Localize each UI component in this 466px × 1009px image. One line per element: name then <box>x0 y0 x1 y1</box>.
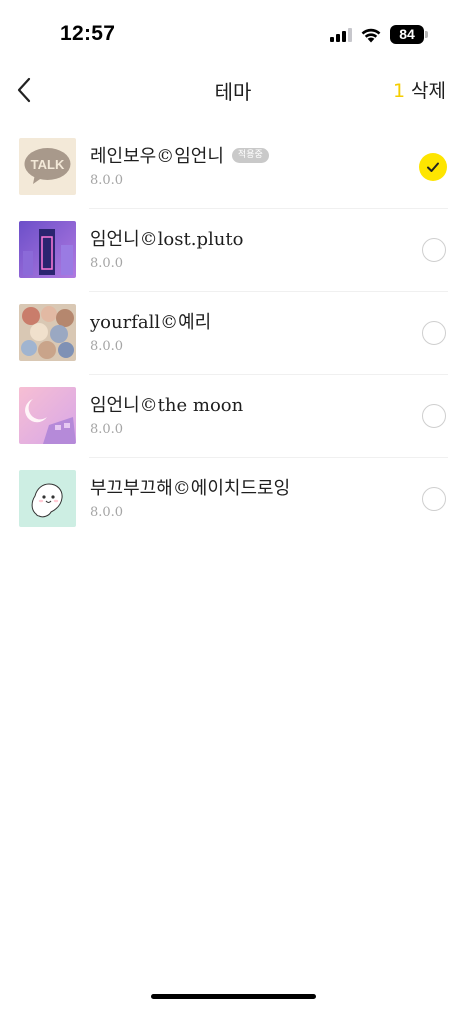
theme-name-line: yourfall©예리 <box>90 308 211 334</box>
wifi-icon <box>361 28 381 42</box>
status-time: 12:57 <box>60 22 116 45</box>
applied-badge: 적용중 <box>231 147 269 163</box>
theme-thumbnail-pluto <box>19 221 76 278</box>
select-radio[interactable] <box>422 238 446 262</box>
theme-row[interactable]: yourfall©예리 8.0.0 <box>0 292 466 375</box>
selected-checkmark[interactable] <box>419 153 447 181</box>
theme-thumbnail-ghost <box>19 470 76 527</box>
nav-header: 테마 1 삭제 <box>0 66 466 114</box>
battery-level: 84 <box>390 25 424 44</box>
theme-version: 8.0.0 <box>90 173 124 188</box>
theme-name: 임언니©lost.pluto <box>90 229 244 250</box>
chevron-left-icon <box>17 77 31 103</box>
select-radio[interactable] <box>422 487 446 511</box>
thumb-talk-label: TALK <box>31 157 65 172</box>
status-icons: 84 <box>330 25 428 44</box>
home-indicator[interactable] <box>151 994 316 999</box>
theme-row[interactable]: 부끄부끄해©에이치드로잉 8.0.0 <box>0 458 466 541</box>
theme-version: 8.0.0 <box>90 505 124 520</box>
select-radio[interactable] <box>422 404 446 428</box>
delete-label: 삭제 <box>411 80 446 102</box>
theme-row[interactable]: TALK 레인보우©임언니 적용중 8.0.0 <box>0 126 466 209</box>
back-button[interactable] <box>10 74 42 106</box>
select-radio[interactable] <box>422 321 446 345</box>
delete-button[interactable]: 1 삭제 <box>393 76 446 103</box>
theme-version: 8.0.0 <box>90 422 124 437</box>
theme-name: 임언니©the moon <box>90 395 244 416</box>
theme-thumbnail-yourfall <box>19 304 76 361</box>
theme-list: TALK 레인보우©임언니 적용중 8.0.0 임언니©lost.pluto 8… <box>0 126 466 541</box>
theme-thumbnail-moon <box>19 387 76 444</box>
theme-version: 8.0.0 <box>90 256 124 271</box>
theme-name: 부끄부끄해©에이치드로잉 <box>90 478 291 499</box>
theme-name-line: 임언니©lost.pluto <box>90 225 243 251</box>
cellular-signal-icon <box>330 27 352 42</box>
theme-name-line: 부끄부끄해©에이치드로잉 <box>90 474 290 500</box>
status-bar: 12:57 84 <box>0 0 466 70</box>
battery-icon: 84 <box>390 25 428 44</box>
theme-name-line: 레인보우©임언니 적용중 <box>90 142 269 168</box>
theme-name-line: 임언니©the moon <box>90 391 243 417</box>
theme-name: 레인보우©임언니 <box>90 146 224 167</box>
theme-row[interactable]: 임언니©the moon 8.0.0 <box>0 375 466 458</box>
theme-version: 8.0.0 <box>90 339 124 354</box>
check-icon <box>427 162 439 172</box>
theme-row[interactable]: 임언니©lost.pluto 8.0.0 <box>0 209 466 292</box>
theme-name: yourfall©예리 <box>90 312 212 333</box>
theme-thumbnail-talk: TALK <box>19 138 76 195</box>
selected-count: 1 <box>392 80 406 102</box>
